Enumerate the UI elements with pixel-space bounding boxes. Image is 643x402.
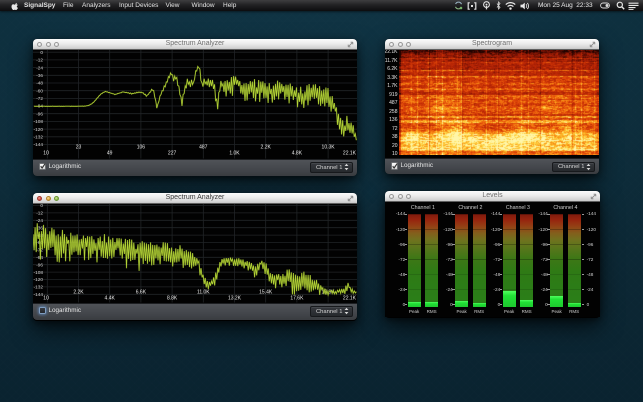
svg-text:487: 487	[199, 144, 208, 150]
svg-text:-144: -144	[34, 142, 44, 147]
svg-text:-12: -12	[36, 211, 43, 216]
svg-text:-132: -132	[34, 135, 44, 140]
svg-text:23: 23	[76, 144, 82, 150]
svg-text:-48: -48	[36, 81, 43, 86]
svg-text:0: 0	[40, 204, 43, 208]
svg-text:-60: -60	[36, 88, 43, 93]
svg-text:4.4K: 4.4K	[105, 295, 116, 301]
svg-text:-36: -36	[36, 73, 43, 78]
svg-text:0: 0	[40, 50, 43, 55]
svg-text:-96: -96	[36, 111, 43, 116]
svg-text:13.2K: 13.2K	[228, 295, 242, 301]
svg-text:227: 227	[168, 150, 177, 156]
svg-text:22.1K: 22.1K	[343, 150, 357, 156]
svg-text:-12: -12	[36, 58, 43, 63]
svg-text:-144: -144	[34, 292, 44, 297]
svg-text:17.6K: 17.6K	[290, 295, 304, 301]
svg-text:1.0K: 1.0K	[229, 150, 240, 156]
svg-text:8.8K: 8.8K	[167, 295, 178, 301]
svg-text:-24: -24	[36, 65, 43, 70]
svg-text:106: 106	[137, 144, 146, 150]
svg-text:-96: -96	[36, 262, 43, 267]
svg-text:4.8K: 4.8K	[292, 150, 303, 156]
svg-text:2.2K: 2.2K	[73, 289, 84, 295]
svg-text:22.1K: 22.1K	[343, 295, 357, 301]
svg-text:10.3K: 10.3K	[322, 144, 336, 150]
svg-text:49: 49	[107, 150, 113, 156]
svg-text:10: 10	[43, 295, 49, 301]
svg-text:10: 10	[43, 150, 49, 156]
svg-text:-120: -120	[34, 277, 44, 282]
svg-text:-24: -24	[36, 218, 43, 223]
svg-text:-72: -72	[36, 96, 43, 101]
svg-text:-132: -132	[34, 285, 44, 290]
svg-text:-108: -108	[34, 270, 44, 275]
svg-text:15.4K: 15.4K	[259, 289, 273, 295]
svg-text:2.2K: 2.2K	[261, 144, 272, 150]
svg-text:-108: -108	[34, 119, 44, 124]
svg-text:6.6K: 6.6K	[136, 289, 147, 295]
svg-text:-120: -120	[34, 127, 44, 132]
svg-text:11.0K: 11.0K	[197, 289, 210, 295]
